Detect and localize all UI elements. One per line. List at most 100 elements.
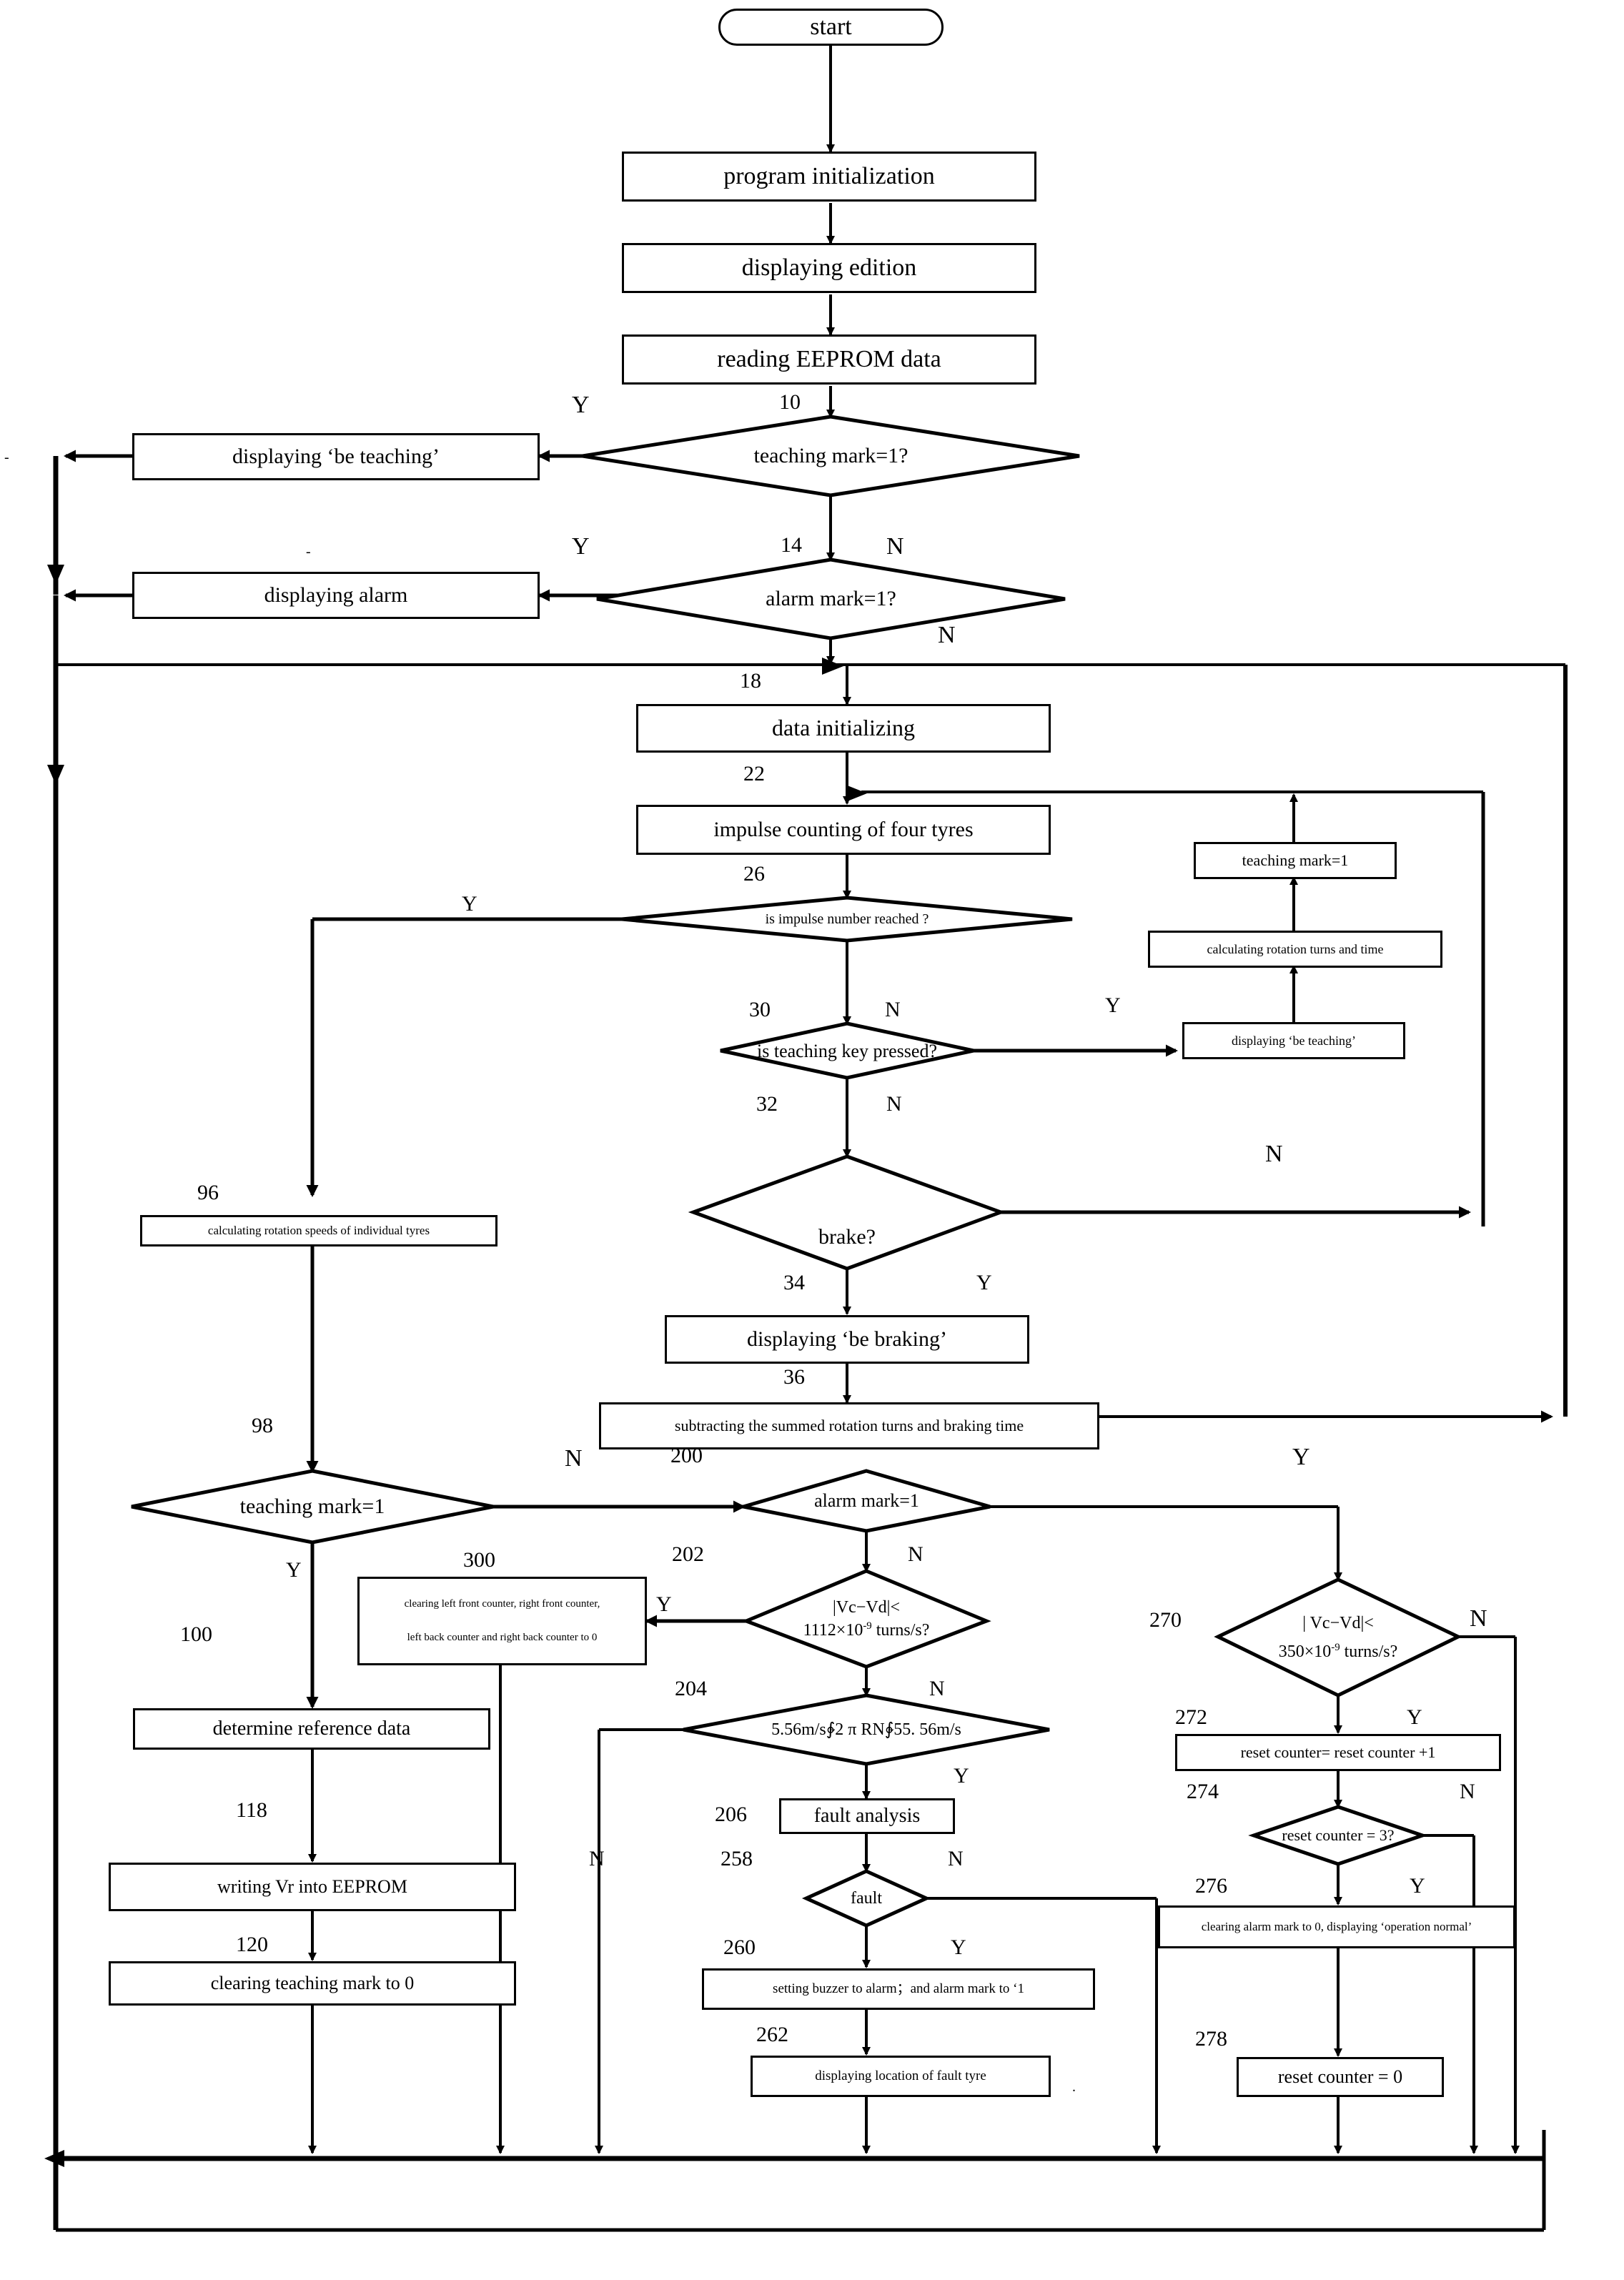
node-writing-vr-eeprom-label: writing Vr into EEPROM (217, 1876, 407, 1898)
node-calculating-rotation-turns-label: calculating rotation turns and time (1207, 941, 1384, 956)
step-number-18: 18 (740, 669, 761, 693)
decision-fault[interactable]: fault (806, 1871, 926, 1925)
decision-speed-range-label: 5.56m/s∲2 π RN∲55. 56m/s (771, 1720, 961, 1739)
decision-alarm-mark[interactable]: alarm mark=1? (597, 560, 1065, 638)
node-displaying-be-teaching-1-label: displaying ‘be teaching’ (232, 445, 440, 469)
flowchart-canvas: start program initialization displaying … (0, 0, 1624, 2280)
decision-vcvd-350-line2a: 350×10 (1278, 1642, 1332, 1661)
node-impulse-counting[interactable]: impulse counting of four tyres (636, 805, 1051, 855)
node-displaying-be-teaching-2[interactable]: displaying ‘be teaching’ (1182, 1022, 1405, 1059)
node-teaching-mark-set[interactable]: teaching mark=1 (1194, 842, 1397, 879)
node-displaying-alarm[interactable]: displaying alarm (132, 572, 540, 619)
decision-alarm-mark-2-label: alarm mark=1 (814, 1490, 919, 1511)
node-displaying-edition-label: displaying edition (741, 254, 917, 281)
branch-label-y270: Y (1407, 1705, 1422, 1729)
decision-speed-range[interactable]: 5.56m/s∲2 π RN∲55. 56m/s (683, 1695, 1049, 1764)
node-reading-eeprom-data[interactable]: reading EEPROM data (622, 334, 1036, 385)
step-number-258: 258 (721, 1847, 753, 1870)
step-number-36: 36 (783, 1365, 805, 1389)
decision-vcvd-1112-line2b: turns/s? (871, 1621, 930, 1640)
step-number-120: 120 (236, 1933, 268, 1956)
branch-label-y274: Y (1410, 1874, 1425, 1898)
branch-label-n204: N (589, 1847, 605, 1870)
node-data-initializing[interactable]: data initializing (636, 704, 1051, 753)
node-reset-counter-zero[interactable]: reset counter = 0 (1237, 2057, 1444, 2097)
node-displaying-fault-tyre[interactable]: displaying location of fault tyre (751, 2056, 1051, 2097)
stray-mark-2: - (306, 544, 311, 560)
step-number-202: 202 (672, 1542, 704, 1566)
node-subtracting-rotation-turns[interactable]: subtracting the summed rotation turns an… (599, 1402, 1099, 1449)
branch-label-y14: Y (572, 533, 590, 560)
node-calculating-rotation-turns[interactable]: calculating rotation turns and time (1148, 931, 1442, 968)
decision-alarm-mark-label: alarm mark=1? (766, 587, 896, 611)
step-number-34: 34 (783, 1271, 805, 1294)
node-writing-vr-eeprom[interactable]: writing Vr into EEPROM (109, 1863, 516, 1911)
node-reset-counter-increment-label: reset counter= reset counter +1 (1240, 1743, 1436, 1761)
step-number-270: 270 (1149, 1608, 1182, 1632)
node-displaying-be-teaching-1[interactable]: displaying ‘be teaching’ (132, 433, 540, 480)
decision-vcvd-1112-line2a: 1112×10 (803, 1621, 863, 1640)
decision-brake[interactable]: brake? (693, 1156, 1001, 1269)
node-clearing-alarm-mark[interactable]: clearing alarm mark to 0, displaying ‘op… (1158, 1905, 1515, 1948)
step-number-96: 96 (197, 1181, 219, 1204)
node-start[interactable]: start (718, 9, 944, 46)
node-displaying-edition[interactable]: displaying edition (622, 243, 1036, 293)
decision-vcvd-350-line1: | Vc−Vd|< (1302, 1613, 1374, 1632)
branch-label-n274: N (1460, 1780, 1475, 1803)
decision-vcvd-350[interactable]: | Vc−Vd|< 350×10-9 turns/s? (1218, 1580, 1458, 1695)
node-reset-counter-increment[interactable]: reset counter= reset counter +1 (1175, 1734, 1501, 1771)
node-teaching-mark-set-label: teaching mark=1 (1242, 851, 1349, 869)
node-clearing-teaching-mark[interactable]: clearing teaching mark to 0 (109, 1961, 516, 2006)
node-subtracting-rotation-turns-label: subtracting the summed rotation turns an… (674, 1416, 1024, 1434)
decision-vcvd-1112-exp: -9 (863, 1620, 872, 1632)
decision-vcvd-1112-label: |Vc−Vd|< 1112×10-9 turns/s? (746, 1571, 986, 1667)
node-displaying-be-braking[interactable]: displaying ‘be braking’ (665, 1315, 1029, 1364)
decision-teaching-key-pressed[interactable]: is teaching key pressed? (721, 1023, 974, 1079)
node-reset-counter-zero-label: reset counter = 0 (1277, 2066, 1403, 2088)
decision-reset-counter-3-label: reset counter = 3? (1282, 1826, 1395, 1845)
decision-reset-counter-3[interactable]: reset counter = 3? (1254, 1807, 1422, 1864)
node-determine-reference-data[interactable]: determine reference data (133, 1708, 490, 1750)
node-displaying-be-teaching-2-label: displaying ‘be teaching’ (1232, 1033, 1356, 1048)
branch-label-n270: N (1470, 1605, 1487, 1632)
decision-teaching-mark-2-label: teaching mark=1 (239, 1495, 385, 1519)
decision-teaching-mark[interactable]: teaching mark=1? (583, 417, 1079, 495)
decision-impulse-number-reached-label: is impulse number reached ? (765, 911, 929, 928)
node-setting-buzzer[interactable]: setting buzzer to alarm；and alarm mark t… (702, 1968, 1095, 2010)
decision-teaching-mark-label: teaching mark=1? (753, 444, 908, 468)
step-number-262: 262 (756, 2023, 788, 2046)
step-number-200: 200 (670, 1444, 703, 1467)
node-calculating-rotation-speeds[interactable]: calculating rotation speeds of individua… (140, 1215, 497, 1246)
node-impulse-counting-label: impulse counting of four tyres (713, 818, 974, 842)
node-program-initialization[interactable]: program initialization (622, 152, 1036, 202)
step-number-100: 100 (180, 1622, 212, 1646)
step-number-22: 22 (743, 762, 765, 785)
node-reading-eeprom-data-label: reading EEPROM data (717, 345, 941, 372)
stray-mark-1: - (4, 450, 9, 465)
branch-label-y202: Y (656, 1592, 672, 1616)
node-calculating-rotation-speeds-label: calculating rotation speeds of individua… (207, 1224, 430, 1238)
step-number-206: 206 (715, 1803, 747, 1826)
node-determine-reference-data-label: determine reference data (212, 1718, 411, 1740)
branch-label-y26: Y (462, 892, 477, 916)
step-number-272: 272 (1175, 1705, 1207, 1729)
step-number-32: 32 (756, 1092, 778, 1116)
decision-teaching-mark-2[interactable]: teaching mark=1 (132, 1471, 493, 1542)
decision-impulse-number-reached[interactable]: is impulse number reached ? (622, 898, 1072, 942)
node-fault-analysis[interactable]: fault analysis (779, 1798, 955, 1834)
step-number-14: 14 (781, 533, 802, 557)
step-number-278: 278 (1195, 2027, 1227, 2051)
node-clearing-counters[interactable]: clearing left front counter, right front… (357, 1577, 647, 1665)
branch-label-n30: N (886, 1092, 902, 1116)
node-setting-buzzer-label: setting buzzer to alarm；and alarm mark t… (773, 1981, 1024, 1997)
decision-alarm-mark-2[interactable]: alarm mark=1 (743, 1471, 990, 1531)
node-clearing-counters-line1: clearing left front counter, right front… (404, 1598, 600, 1610)
step-number-30: 30 (749, 998, 771, 1021)
step-number-98: 98 (252, 1414, 273, 1437)
node-displaying-fault-tyre-label: displaying location of fault tyre (815, 2068, 986, 2084)
step-number-276: 276 (1195, 1874, 1227, 1898)
decision-vcvd-1112[interactable]: |Vc−Vd|< 1112×10-9 turns/s? (746, 1571, 986, 1667)
branch-label-n26: N (885, 998, 901, 1021)
branch-label-n14: N (938, 622, 956, 648)
branch-label-y204: Y (954, 1764, 969, 1788)
